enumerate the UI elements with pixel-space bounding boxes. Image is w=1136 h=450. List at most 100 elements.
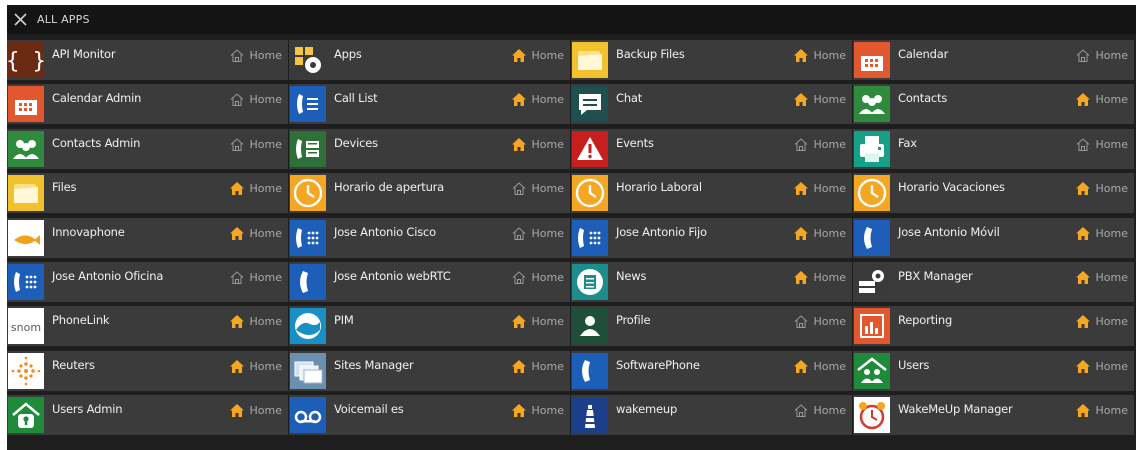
app-name: Jose Antonio Móvil (898, 225, 1000, 239)
app-tile[interactable]: PBX Manager Home (853, 262, 1134, 302)
home-toggle[interactable]: Home (1075, 401, 1128, 419)
call-list-icon (290, 86, 326, 122)
home-toggle[interactable]: Home (511, 90, 564, 108)
app-tile[interactable]: Files Home (7, 173, 288, 213)
app-tile[interactable]: Backup Files Home (571, 40, 852, 80)
app-tile[interactable]: Sites Manager Home (289, 351, 570, 391)
phone-keypad-icon (8, 264, 44, 300)
home-toggle[interactable]: Home (511, 46, 564, 64)
app-name: Users (898, 358, 930, 372)
app-tile[interactable]: Reuters Home (7, 351, 288, 391)
home-toggle[interactable]: Home (794, 312, 846, 330)
home-label: Home (1095, 226, 1128, 240)
lighthouse-icon (572, 397, 608, 433)
app-tile[interactable]: Jose Antonio Móvil Home (853, 218, 1134, 258)
home-filled-icon (793, 181, 814, 195)
app-tile[interactable]: snom PhoneLink Home (7, 306, 288, 346)
app-tile[interactable]: News Home (571, 262, 852, 302)
home-toggle[interactable]: Home (793, 357, 846, 375)
app-tile[interactable]: Events Home (571, 129, 852, 169)
home-toggle[interactable]: Home (1075, 90, 1128, 108)
home-label: Home (1095, 314, 1128, 328)
home-toggle[interactable]: Home (794, 135, 846, 153)
home-label: Home (813, 92, 846, 106)
app-tile[interactable]: Voicemail es Home (289, 395, 570, 435)
close-icon[interactable] (9, 5, 35, 34)
home-label: Home (531, 48, 564, 62)
app-tile[interactable]: Jose Antonio Cisco Home (289, 218, 570, 258)
home-toggle[interactable]: Home (229, 401, 282, 419)
apps-row: Users Admin Home Voicemail es Home wakemeup H… (7, 395, 1136, 435)
home-toggle[interactable]: Home (511, 357, 564, 375)
home-toggle[interactable]: Home (1075, 268, 1128, 286)
home-toggle[interactable]: Home (793, 179, 846, 197)
app-tile[interactable]: Users Home (853, 351, 1134, 391)
apps-row: Calendar Admin Home Call List Home Chat Home C… (7, 84, 1136, 124)
app-tile[interactable]: Jose Antonio Fijo Home (571, 218, 852, 258)
app-tile[interactable]: SoftwarePhone Home (571, 351, 852, 391)
phone-icon (572, 353, 608, 389)
home-filled-icon (1075, 359, 1096, 373)
home-toggle[interactable]: Home (1075, 179, 1128, 197)
app-tile[interactable]: Devices Home (289, 129, 570, 169)
home-toggle[interactable]: Home (1075, 224, 1128, 242)
home-toggle[interactable]: Home (1075, 357, 1128, 375)
app-tile[interactable]: Innovaphone Home (7, 218, 288, 258)
app-tile[interactable]: Horario Vacaciones Home (853, 173, 1134, 213)
home-toggle[interactable]: Home (793, 268, 846, 286)
home-label: Home (813, 270, 846, 284)
app-name: Devices (334, 136, 378, 150)
app-tile[interactable]: Contacts Home (853, 84, 1134, 124)
app-tile[interactable]: PIM Home (289, 306, 570, 346)
home-toggle[interactable]: Home (512, 224, 564, 242)
app-tile[interactable]: Users Admin Home (7, 395, 288, 435)
app-tile[interactable]: Chat Home (571, 84, 852, 124)
home-toggle[interactable]: Home (793, 224, 846, 242)
home-toggle[interactable]: Home (229, 357, 282, 375)
home-toggle[interactable]: Home (230, 135, 282, 153)
home-toggle[interactable]: Home (511, 135, 564, 153)
home-toggle[interactable]: Home (1076, 46, 1128, 64)
app-tile[interactable]: Jose Antonio webRTC Home (289, 262, 570, 302)
home-toggle[interactable]: Home (230, 268, 282, 286)
home-toggle[interactable]: Home (512, 179, 564, 197)
home-toggle[interactable]: Home (793, 90, 846, 108)
app-name: Contacts (898, 91, 948, 105)
app-tile[interactable]: Calendar Admin Home (7, 84, 288, 124)
app-tile[interactable]: Profile Home (571, 306, 852, 346)
page-title: ALL APPS (37, 13, 90, 26)
app-tile[interactable]: Apps Home (289, 40, 570, 80)
home-toggle[interactable]: Home (229, 179, 282, 197)
home-toggle[interactable]: Home (511, 401, 564, 419)
home-label: Home (813, 226, 846, 240)
app-tile[interactable]: Jose Antonio Oficina Home (7, 262, 288, 302)
app-tile[interactable]: Horario Laboral Home (571, 173, 852, 213)
home-toggle[interactable]: Home (794, 401, 846, 419)
app-name: Calendar (898, 47, 949, 61)
app-name: Horario Vacaciones (898, 180, 1005, 194)
app-tile[interactable]: Fax Home (853, 129, 1134, 169)
home-toggle[interactable]: Home (230, 46, 282, 64)
app-tile[interactable]: Horario de apertura Home (289, 173, 570, 213)
home-toggle[interactable]: Home (229, 312, 282, 330)
app-name: Users Admin (52, 402, 123, 416)
app-tile[interactable]: Call List Home (289, 84, 570, 124)
home-toggle[interactable]: Home (511, 312, 564, 330)
home-toggle[interactable]: Home (229, 224, 282, 242)
home-toggle[interactable]: Home (512, 268, 564, 286)
app-tile[interactable]: WakeMeUp Manager Home (853, 395, 1134, 435)
app-tile[interactable]: Calendar Home (853, 40, 1134, 80)
home-toggle[interactable]: Home (230, 90, 282, 108)
app-tile[interactable]: Reporting Home (853, 306, 1134, 346)
home-label: Home (249, 48, 282, 62)
app-tile[interactable]: Contacts Admin Home (7, 129, 288, 169)
app-tile[interactable]: { } API Monitor Home (7, 40, 288, 80)
home-toggle[interactable]: Home (1075, 312, 1128, 330)
home-label: Home (249, 270, 282, 284)
all-apps-window: ALL APPS { } API Monitor Home Apps Home Backu… (7, 5, 1136, 450)
home-toggle[interactable]: Home (1076, 135, 1128, 153)
home-toggle[interactable]: Home (793, 46, 846, 64)
home-filled-icon (793, 359, 814, 373)
app-tile[interactable]: wakemeup Home (571, 395, 852, 435)
fish-icon (8, 220, 44, 256)
